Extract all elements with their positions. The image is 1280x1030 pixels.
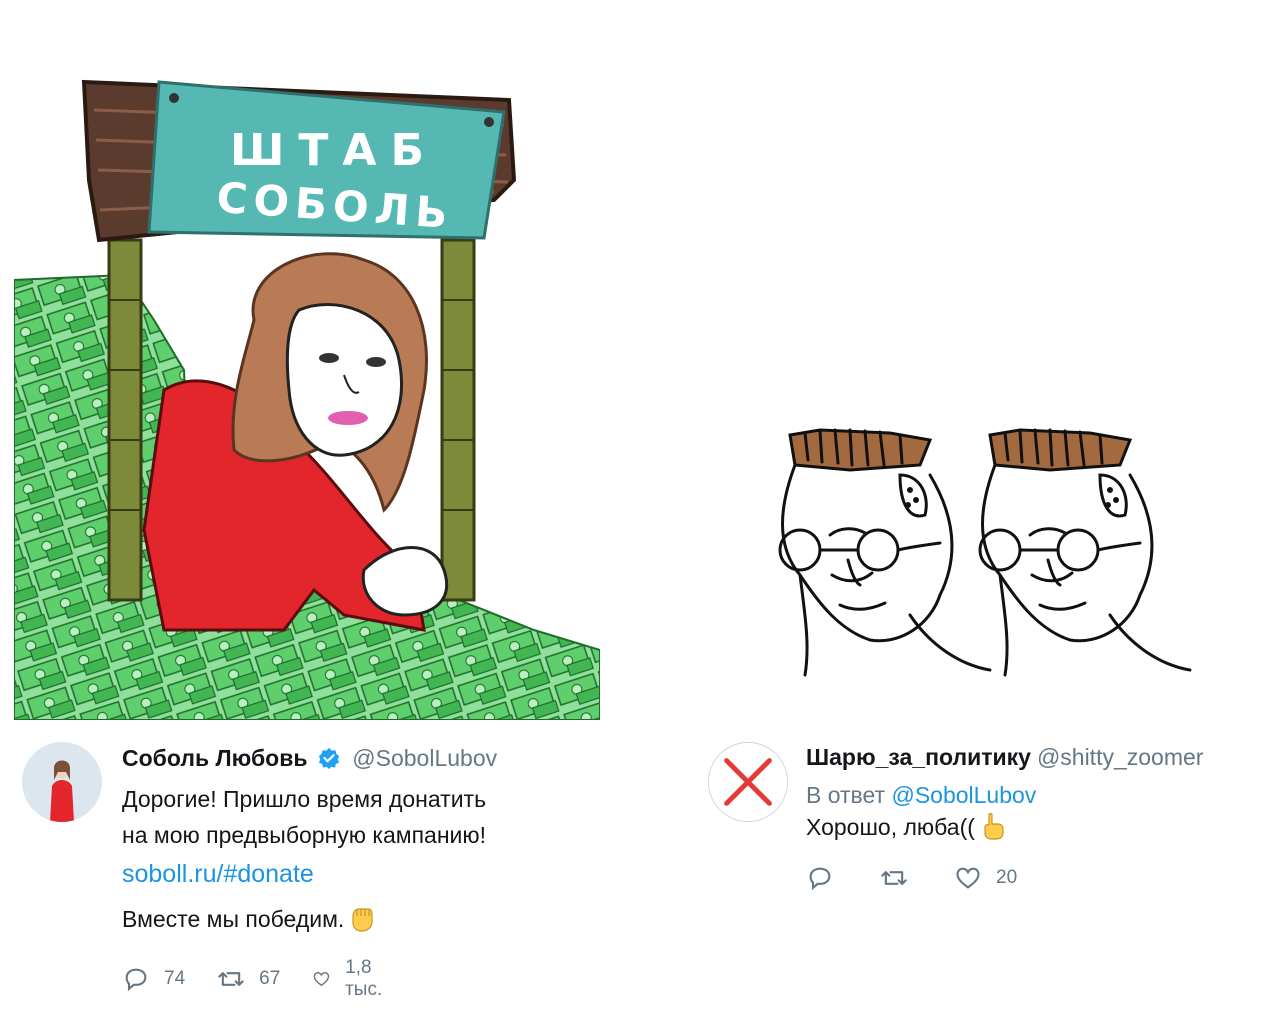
- meme-illustration-right: [778, 428, 1192, 677]
- tweet-header: Соболь Любовь @SobolLubov: [122, 745, 497, 772]
- handle[interactable]: @shitty_zoomer: [1037, 744, 1204, 770]
- display-name[interactable]: Шарю_за_политику: [806, 744, 1031, 770]
- tweet-actions: 74 67 1,8 тыс.: [122, 957, 423, 1001]
- retweet-icon: [881, 871, 907, 885]
- tweet-closing-text: Вместе мы победим.: [122, 906, 345, 932]
- sign-line-1: ШТАБ: [230, 125, 438, 176]
- reply-context: В ответ @SobolLubov: [806, 782, 1036, 809]
- red-cross-avatar-icon: [709, 743, 787, 821]
- heart-icon: [956, 867, 980, 889]
- meme-image-sobol-hq: ШТАБ СОБОЛЬ: [14, 70, 600, 720]
- reply-prefix: В ответ: [806, 782, 886, 808]
- verified-badge-icon: [314, 745, 346, 771]
- sign-post-right: [440, 238, 476, 602]
- avatar[interactable]: [708, 742, 788, 822]
- reply-icon: [809, 867, 831, 891]
- raised-fist-emoji-icon: [344, 906, 376, 932]
- like-count: 20: [996, 867, 1018, 888]
- tweet-header: Шарю_за_политику @shitty_zoomer: [806, 744, 1203, 771]
- reply-icon: [125, 968, 147, 992]
- sign-post-left: [107, 238, 143, 602]
- meme-image-twin-nerds: [760, 415, 1230, 690]
- reply-count: 74: [164, 968, 186, 989]
- like-count: 1,8 тыс.: [345, 957, 383, 1000]
- like-action[interactable]: 20: [954, 864, 1017, 892]
- tweet-closing: Вместе мы победим.: [122, 900, 376, 938]
- tweet-line-2: на мою предвыборную кампанию!: [122, 822, 487, 848]
- avatar-photo-sobol: [22, 742, 102, 822]
- donate-link[interactable]: soboll.ru/#donate: [122, 855, 314, 893]
- reply-action[interactable]: [806, 864, 848, 892]
- avatar[interactable]: [22, 742, 102, 822]
- tweet-body: Хорошо, люба((: [806, 808, 1007, 846]
- retweet-count: 67: [259, 968, 281, 989]
- retweet-action[interactable]: [880, 864, 922, 892]
- tweet-line-1: Дорогие! Пришло время донатить: [122, 786, 487, 812]
- reply-mention-link[interactable]: @SobolLubov: [891, 782, 1036, 808]
- retweet-icon: [218, 972, 244, 986]
- pointing-up-emoji-icon: [975, 812, 1007, 840]
- like-action[interactable]: 1,8 тыс.: [312, 957, 391, 1001]
- retweet-action[interactable]: 67: [217, 965, 280, 993]
- reply-action[interactable]: 74: [122, 965, 185, 993]
- heart-icon: [313, 972, 330, 987]
- handle[interactable]: @SobolLubov: [352, 745, 497, 771]
- tweet-body-text: Хорошо, люба((: [806, 814, 975, 840]
- meme-illustration-left: ШТАБ СОБОЛЬ: [14, 79, 600, 720]
- display-name[interactable]: Соболь Любовь: [122, 745, 308, 771]
- tweet-actions: 20: [806, 864, 1049, 892]
